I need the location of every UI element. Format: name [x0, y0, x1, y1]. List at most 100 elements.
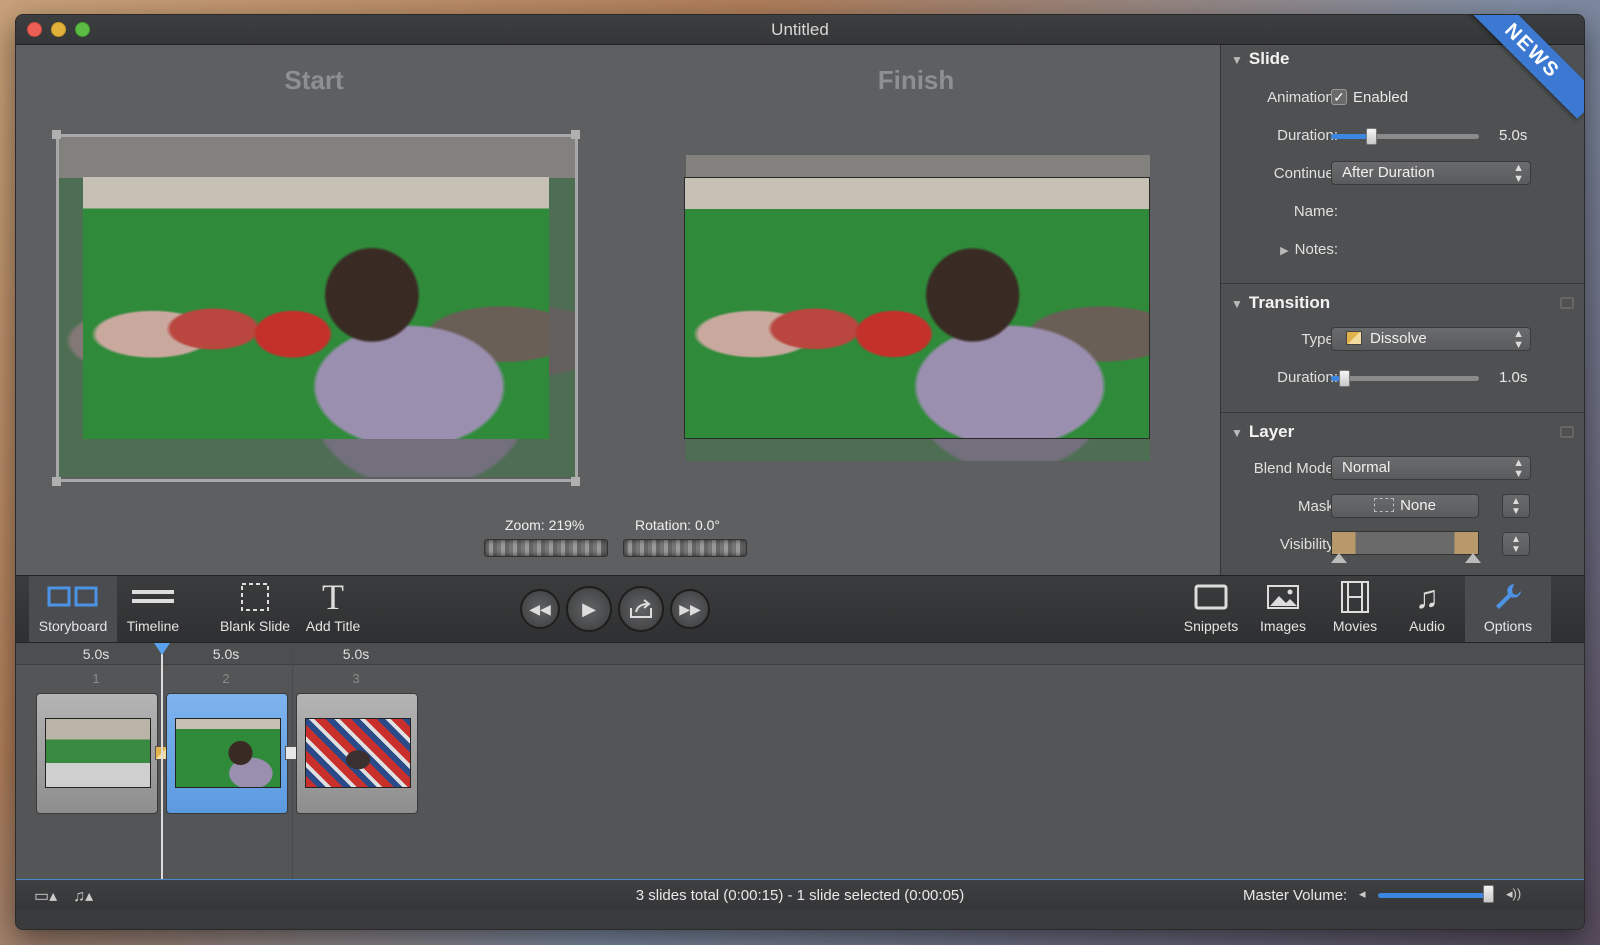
blank-slide-button[interactable]: Blank Slide	[211, 576, 299, 642]
column-divider	[292, 643, 293, 879]
lock-icon[interactable]	[1560, 426, 1574, 438]
slide-duration-label: 5.0s	[342, 646, 370, 662]
slide-preview-area: Start Finish Zoom: 219% Rotation: 0.0°	[16, 45, 1220, 575]
continue-label: Continue:	[1273, 165, 1338, 182]
rotation-readout: Rotation: 0.0°	[635, 517, 720, 533]
finish-image[interactable]	[684, 177, 1150, 439]
visibility-handle-left[interactable]	[1331, 553, 1347, 563]
updown-chevron-icon: ▲ ▼	[1513, 328, 1524, 351]
crop-handle-bottom-left[interactable]	[52, 477, 61, 486]
disclosure-closed-icon: ▶	[1280, 245, 1289, 257]
storyboard-strip[interactable]: 5.0s 5.0s 5.0s 1 2 3	[16, 643, 1584, 879]
options-button[interactable]: Options	[1465, 576, 1551, 642]
fast-forward-button[interactable]: ▶▶	[670, 589, 710, 629]
rewind-button[interactable]: ◀◀	[520, 589, 560, 629]
app-window: Untitled NEWS Start Finish Zoom: 219% Ro…	[15, 14, 1585, 930]
animation-label: Animation:	[1267, 89, 1338, 106]
slide-number: 3	[352, 671, 360, 686]
speaker-high-icon: ◂))	[1506, 886, 1522, 901]
master-volume-slider[interactable]	[1378, 893, 1494, 898]
finish-label: Finish	[877, 65, 955, 95]
slide-number: 2	[222, 671, 230, 686]
speaker-low-icon: ◂	[1359, 886, 1366, 901]
window-bottom-edge	[16, 909, 1584, 929]
start-crop-frame[interactable]	[56, 134, 578, 482]
visibility-ramp[interactable]	[1331, 531, 1479, 555]
mask-value: None	[1400, 497, 1436, 514]
crop-handle-top-right[interactable]	[571, 130, 580, 139]
crop-handle-top-left[interactable]	[52, 130, 61, 139]
slide-section-header[interactable]: ▼ Slide	[1231, 49, 1290, 69]
title-bar[interactable]: Untitled	[16, 15, 1584, 45]
main-toolbar: Storyboard Timeline Blank Slide T Add Ti…	[16, 575, 1584, 643]
playhead-marker[interactable]	[154, 643, 170, 655]
crop-handle-bottom-right[interactable]	[571, 477, 580, 486]
blank-slide-icon	[211, 576, 299, 618]
disclosure-open-icon: ▼	[1231, 426, 1243, 440]
play-icon: ▶	[582, 598, 596, 619]
slide-summary: 3 slides total (0:00:15) - 1 slide selec…	[635, 887, 965, 904]
transition-duration-label: Duration:	[1277, 369, 1338, 386]
share-button[interactable]	[618, 586, 664, 632]
disclosure-open-icon: ▼	[1231, 53, 1243, 67]
play-button[interactable]: ▶	[566, 586, 612, 632]
mask-stepper[interactable]: ▲ ▼	[1502, 494, 1530, 518]
continue-popup[interactable]: After Duration ▲ ▼	[1331, 161, 1531, 185]
transition-section-header[interactable]: ▼ Transition	[1231, 293, 1330, 313]
playhead-line[interactable]	[161, 643, 163, 879]
slide-name-field[interactable]	[1331, 199, 1531, 223]
rotation-label: Rotation:	[635, 517, 692, 533]
dissolve-icon	[1346, 331, 1362, 345]
slide-thumbnail	[45, 718, 151, 788]
updown-chevron-icon: ▲ ▼	[1513, 162, 1524, 185]
updown-chevron-icon: ▲ ▼	[1513, 457, 1524, 480]
transition-duration-thumb[interactable]	[1339, 370, 1350, 387]
mask-button[interactable]: None	[1331, 494, 1479, 518]
wrench-icon	[1465, 576, 1551, 618]
lock-icon[interactable]	[1560, 297, 1574, 309]
zoom-window-button[interactable]	[75, 22, 90, 37]
slide-card-3[interactable]	[296, 693, 418, 814]
layer-section-header[interactable]: ▼ Layer	[1231, 422, 1294, 442]
zoom-value: 219%	[548, 517, 585, 533]
slide-thumbnail	[175, 718, 281, 788]
timeline-button[interactable]: Timeline	[109, 576, 197, 642]
inspector-panel: ▼ Slide Animation: ✓ Enabled Duration: 5.…	[1220, 45, 1584, 575]
slide-card-1[interactable]	[36, 693, 158, 814]
section-divider	[1221, 412, 1584, 413]
zoom-label: Zoom:	[505, 517, 545, 533]
slide-duration-slider[interactable]	[1331, 128, 1479, 145]
visibility-label: Visibility:	[1279, 536, 1338, 553]
slide-duration-fill	[1331, 134, 1371, 139]
master-volume-thumb[interactable]	[1483, 885, 1494, 903]
slide-duration-value: 5.0s	[1499, 127, 1528, 144]
notes-disclosure[interactable]: ▶ Notes:	[1280, 241, 1338, 258]
add-title-button[interactable]: T Add Title	[289, 576, 377, 642]
section-divider	[1221, 283, 1584, 284]
transition-type-popup[interactable]: Dissolve ▲ ▼	[1331, 327, 1531, 351]
slide-duration-label: 5.0s	[212, 646, 240, 662]
visibility-stepper[interactable]: ▲ ▼	[1502, 532, 1530, 556]
audio-button[interactable]: ♫ Audio	[1385, 576, 1469, 642]
slide-duration-label: Duration:	[1277, 127, 1338, 144]
minimize-window-button[interactable]	[51, 22, 66, 37]
rotation-knob[interactable]	[623, 539, 747, 557]
continue-value: After Duration	[1342, 164, 1435, 181]
status-bar: ▭▴ ♫▴ 3 slides total (0:00:15) - 1 slide…	[16, 879, 1584, 909]
transition-duration-slider[interactable]	[1331, 370, 1479, 387]
storyboard-button[interactable]: Storyboard	[29, 576, 117, 642]
mask-placeholder-icon	[1374, 498, 1395, 512]
blend-mode-label: Blend Mode:	[1253, 460, 1338, 477]
animation-enabled-label: Enabled	[1353, 89, 1409, 106]
animation-enabled-checkbox[interactable]: ✓	[1331, 89, 1347, 105]
blend-mode-popup[interactable]: Normal ▲ ▼	[1331, 456, 1531, 480]
slide-duration-thumb[interactable]	[1366, 128, 1377, 145]
window-title: Untitled	[771, 19, 829, 39]
close-window-button[interactable]	[27, 22, 42, 37]
rotation-value: 0.0°	[694, 517, 720, 533]
visibility-handle-right[interactable]	[1465, 553, 1481, 563]
slide-card-2[interactable]	[166, 693, 288, 814]
transition-duration-value: 1.0s	[1499, 369, 1528, 386]
zoom-knob[interactable]	[484, 539, 608, 557]
rewind-icon: ◀◀	[529, 600, 551, 617]
